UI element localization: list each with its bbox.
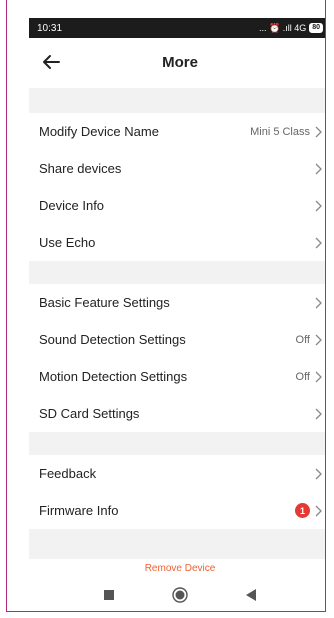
chevron-right-icon — [315, 334, 322, 345]
app-header: More — [29, 38, 325, 88]
remove-device-button[interactable]: Remove Device — [29, 563, 325, 574]
motion-detection-value: Off — [295, 370, 310, 383]
status-bar: 10:31 ... ⏰ .ıll 4G 80 — [29, 18, 325, 38]
back-button[interactable] — [243, 587, 259, 603]
chevron-right-icon — [315, 468, 322, 479]
sound-detection-value: Off — [295, 333, 310, 346]
android-nav-bar — [29, 576, 325, 611]
device-info-row[interactable]: Device Info — [29, 187, 325, 224]
circle-icon — [172, 586, 188, 603]
device-frame: 10:31 ... ⏰ .ıll 4G 80 More Modify Devic… — [6, 0, 326, 612]
row-label: Basic Feature Settings — [39, 295, 170, 310]
arrow-left-icon[interactable] — [39, 50, 63, 74]
chevron-right-icon — [315, 237, 322, 248]
chevron-right-icon — [315, 163, 322, 174]
motion-detection-settings-row[interactable]: Motion Detection Settings Off — [29, 358, 325, 395]
status-indicators: ... ⏰ .ıll 4G 80 — [259, 23, 323, 34]
section-divider — [29, 529, 325, 559]
device-name-value: Mini 5 Class — [250, 125, 310, 138]
row-label: Modify Device Name — [39, 124, 159, 139]
chevron-right-icon — [315, 126, 322, 137]
share-devices-row[interactable]: Share devices — [29, 150, 325, 187]
row-label: Share devices — [39, 161, 122, 176]
page-title: More — [162, 54, 198, 71]
row-label: Firmware Info — [39, 503, 119, 518]
section-divider — [29, 261, 325, 284]
row-label: Feedback — [39, 466, 97, 481]
basic-feature-settings-row[interactable]: Basic Feature Settings — [29, 284, 325, 321]
battery-icon: 80 — [309, 23, 323, 33]
row-label: Use Echo — [39, 235, 96, 250]
chevron-right-icon — [315, 408, 322, 419]
row-label: Motion Detection Settings — [39, 369, 188, 384]
chevron-right-icon — [315, 297, 322, 308]
chevron-right-icon — [315, 505, 322, 516]
phone-screen: 10:31 ... ⏰ .ıll 4G 80 More Modify Devic… — [29, 18, 325, 611]
status-icons: ... ⏰ .ıll 4G — [258, 22, 307, 33]
triangle-back-icon — [246, 588, 256, 601]
row-label: Sound Detection Settings — [39, 332, 186, 347]
chevron-right-icon — [315, 200, 322, 211]
sound-detection-settings-row[interactable]: Sound Detection Settings Off — [29, 321, 325, 358]
row-label: SD Card Settings — [39, 406, 140, 421]
section-divider — [29, 88, 325, 113]
square-icon — [104, 589, 114, 600]
firmware-info-row[interactable]: Firmware Info 1 — [29, 492, 325, 529]
status-time: 10:31 — [37, 22, 63, 34]
sd-card-settings-row[interactable]: SD Card Settings — [29, 395, 325, 432]
update-badge: 1 — [295, 503, 310, 518]
row-label: Device Info — [39, 198, 105, 213]
home-button[interactable] — [172, 586, 188, 603]
use-echo-row[interactable]: Use Echo — [29, 224, 325, 261]
chevron-right-icon — [315, 371, 322, 382]
feedback-row[interactable]: Feedback — [29, 455, 325, 492]
section-divider — [29, 432, 325, 455]
modify-device-name-row[interactable]: Modify Device Name Mini 5 Class — [29, 113, 325, 150]
recent-apps-button[interactable] — [101, 587, 117, 603]
